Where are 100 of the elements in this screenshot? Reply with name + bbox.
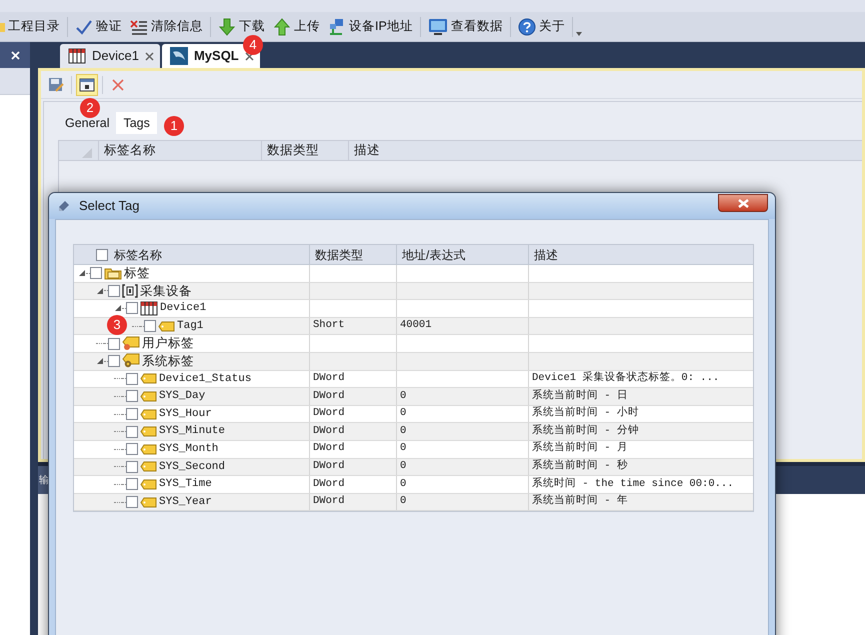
table-cell-text: 0 [400, 441, 406, 456]
tag-name: 采集设备 [140, 282, 192, 300]
tag-name: 用户标签 [142, 335, 194, 352]
checkbox[interactable] [108, 338, 120, 350]
table-cell-text: DWord [313, 388, 345, 404]
dropdown-caret-icon [576, 32, 582, 36]
checkbox[interactable] [108, 355, 120, 368]
close-icon [738, 198, 748, 208]
tag-name: Device1_Status [159, 372, 252, 387]
checkmark-icon [75, 18, 93, 34]
dialog-title: Select Tag [79, 197, 140, 216]
tag-name: Tag1 [177, 318, 204, 334]
toolbar-button[interactable] [76, 74, 98, 96]
panel-header [0, 68, 30, 95]
toolbar-button[interactable]: 上传 [269, 14, 324, 38]
tag-icon [140, 426, 157, 438]
checkbox[interactable] [144, 320, 156, 332]
window-icon [79, 78, 95, 92]
folder-icon [0, 20, 5, 32]
checkbox[interactable] [126, 443, 138, 456]
toolbar-button[interactable]: 设备IP地址 [324, 14, 417, 38]
corner-triangle-icon [82, 148, 92, 158]
table-cell-text: 0 [400, 458, 406, 474]
bracket-chip-icon [122, 284, 138, 298]
help-icon [518, 18, 536, 36]
tag-gear-icon [122, 353, 140, 370]
tag-name: SYS_Day [159, 389, 206, 404]
network-icon [328, 18, 346, 36]
table-cell-text: DWord [313, 406, 345, 422]
checkbox[interactable] [126, 496, 138, 508]
tag-name: Device1 [160, 301, 206, 316]
pencil-icon [57, 199, 71, 213]
checkbox[interactable] [108, 284, 120, 297]
toolbar-button[interactable]: 关于 [514, 14, 569, 38]
delete-icon [111, 78, 125, 92]
tag-icon [140, 478, 157, 490]
checkbox[interactable] [126, 426, 138, 438]
close-icon [144, 52, 154, 60]
tag-icon [140, 390, 157, 402]
column-header: 数据类型 [310, 245, 397, 264]
column-header: 数据类型 [262, 141, 349, 160]
table-cell-text: 系统当前时间 - 日 [532, 388, 628, 404]
table-cell-text: DWord [313, 370, 345, 386]
close-icon [10, 50, 20, 60]
checkbox[interactable] [96, 248, 108, 260]
down-arrow-icon [218, 18, 236, 36]
table-cell-text: DWord [313, 441, 345, 456]
monitor-icon [428, 18, 448, 36]
panel-title: 输 [39, 474, 49, 488]
column-header: 地址/表达式 [397, 245, 529, 264]
close-button[interactable] [718, 194, 768, 212]
column-header: 标签名称 [114, 246, 162, 264]
table-cell-text: 0 [400, 476, 406, 492]
tag-name: 系统标签 [142, 352, 194, 370]
tag-name: SYS_Minute [159, 424, 226, 440]
table-cell-text: Short [313, 318, 345, 334]
tag-name: SYS_Year [159, 494, 212, 510]
tag-icon [140, 461, 157, 472]
table-cell-text: 系统当前时间 - 小时 [532, 406, 639, 422]
document-tab[interactable]: Device1 [60, 44, 160, 68]
table-cell-text: DWord [313, 458, 345, 474]
table-cell-text: 系统当前时间 - 月 [532, 441, 628, 456]
checkbox[interactable] [126, 390, 138, 402]
table-cell-text: DWord [313, 476, 345, 492]
table-cell-text: 系统时间 - the time since 00:0... [532, 476, 734, 492]
table-cell-text: 0 [400, 406, 406, 422]
tag-name: SYS_Hour [159, 406, 212, 422]
grid-icon [68, 48, 86, 64]
toolbar-button[interactable]: 清除信息 [126, 14, 207, 38]
tag-icon [140, 496, 157, 508]
checkbox[interactable] [126, 408, 138, 420]
checkbox[interactable] [90, 267, 102, 280]
tag-icon [140, 444, 157, 455]
checkbox[interactable] [126, 302, 138, 314]
close-icon [244, 52, 254, 60]
tab[interactable]: Tags [116, 112, 157, 134]
tag-name: SYS_Second [159, 460, 226, 475]
column-header: 标签名称 [99, 141, 262, 160]
table-cell-text: 0 [400, 424, 406, 439]
close-panel-button[interactable] [0, 42, 30, 68]
checkbox[interactable] [126, 372, 138, 385]
table-cell-text: 系统当前时间 - 秒 [532, 458, 628, 474]
tag-icon [122, 336, 140, 352]
clear-list-icon [130, 18, 148, 34]
table-cell-text: 0 [400, 494, 406, 510]
tag-icon [158, 320, 175, 332]
table-cell-text: Device1 采集设备状态标签。0: ... [532, 370, 720, 386]
table-cell-text: DWord [313, 494, 345, 510]
toolbar-button[interactable]: 查看数据 [424, 14, 507, 38]
tag-name: SYS_Time [159, 477, 212, 492]
table-cell-text: 系统当前时间 - 分钟 [532, 424, 639, 439]
tag-name: SYS_Month [159, 442, 218, 457]
tag-folder-icon [104, 266, 122, 280]
checkbox[interactable] [126, 460, 138, 473]
table-cell-text: DWord [313, 424, 345, 439]
tag-name: 标签 [124, 264, 150, 282]
toolbar-button[interactable]: 验证 [71, 14, 126, 38]
checkbox[interactable] [126, 478, 138, 490]
table-cell-text: 0 [400, 388, 406, 404]
toolbar-button[interactable]: 工程目录 [0, 14, 64, 38]
